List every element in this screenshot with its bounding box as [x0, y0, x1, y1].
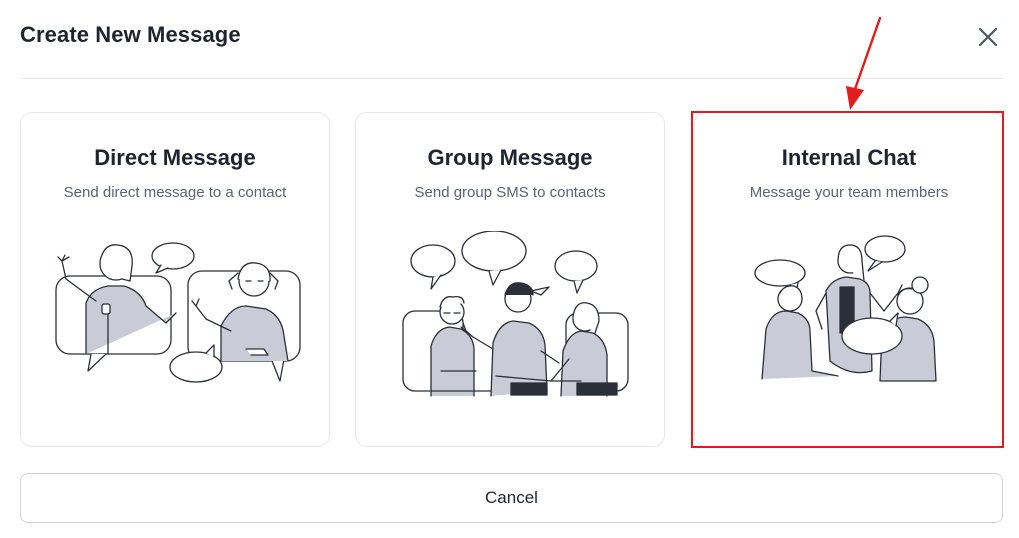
group-message-option[interactable]: Group Message Send group SMS to contacts — [355, 112, 665, 447]
direct-message-option[interactable]: Direct Message Send direct message to a … — [20, 112, 330, 447]
close-icon — [978, 27, 998, 47]
option-title: Group Message — [427, 145, 593, 170]
internal-chat-option[interactable]: Internal Chat Message your team members — [694, 112, 1004, 447]
team-members-chat-illustration — [754, 235, 937, 382]
option-description: Message your team members — [749, 184, 949, 201]
close-button[interactable] — [973, 22, 1003, 52]
option-description: Send direct message to a contact — [63, 184, 287, 201]
two-people-video-call-illustration — [55, 242, 301, 383]
red-arrow-icon — [846, 16, 882, 110]
header-divider — [20, 78, 1003, 79]
option-title: Internal Chat — [781, 145, 917, 170]
group-conversation-illustration — [402, 231, 629, 397]
cancel-button[interactable]: Cancel — [20, 473, 1003, 523]
dialog-title: Create New Message — [20, 22, 241, 47]
option-title: Direct Message — [94, 145, 256, 170]
option-description: Send group SMS to contacts — [414, 184, 606, 201]
